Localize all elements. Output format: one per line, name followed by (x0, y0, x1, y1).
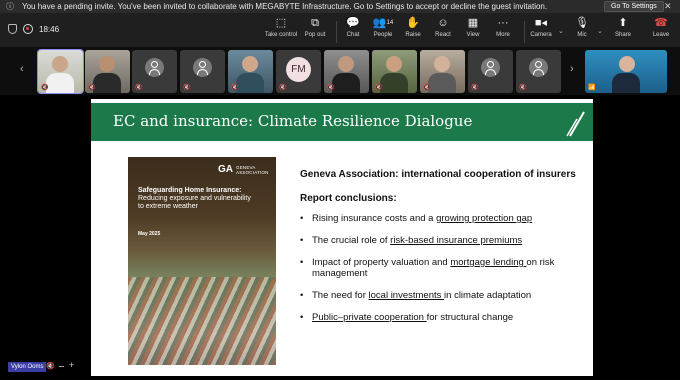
slide-subheading: Report conclusions: (300, 193, 397, 204)
leave-button[interactable]: ☎ Leave (642, 16, 680, 46)
invite-banner: ⓘ You have a pending invite. You've been… (0, 0, 680, 13)
avatar-icon (481, 58, 500, 77)
participant-initials: FM (286, 57, 311, 82)
participant-tile[interactable]: 🔇 (372, 50, 417, 93)
participant-tile[interactable]: 🔇 (180, 50, 225, 93)
list-item: Public–private cooperation for structura… (300, 312, 580, 323)
report-date: May 2025 (138, 231, 161, 237)
minimize-icon[interactable] (59, 366, 64, 367)
avatar-icon (193, 58, 212, 77)
participant-tile[interactable]: 🔇 (132, 50, 177, 93)
participant-tile[interactable]: FM 🔇 (276, 50, 321, 93)
mic-muted-icon: 🔇 (135, 85, 143, 91)
participant-tile[interactable]: 🔇 (420, 50, 465, 93)
shield-icon (8, 24, 17, 34)
mic-muted-icon: 🔇 (471, 85, 479, 91)
participant-tile[interactable]: 🔇 (85, 50, 130, 93)
mic-button[interactable]: 🎙 Mic (563, 16, 601, 46)
mic-muted-icon: 🔇 (41, 85, 49, 91)
participant-tile[interactable]: 🔇 (37, 49, 84, 94)
go-to-settings-button[interactable]: Go To Settings (604, 1, 664, 12)
mic-active-icon: 📶 (588, 85, 596, 91)
meeting-toolbar: 18:46 ⬚ Take control ⧉ Pop out 💬 Chat 👥1… (0, 13, 680, 47)
people-icon: 👥 (372, 17, 387, 29)
participant-tile[interactable]: 🔇 (516, 50, 561, 93)
share-button[interactable]: ⬆ Share (604, 16, 642, 46)
presenter-mic-muted-icon: 🔇 (46, 363, 55, 370)
mic-muted-icon: 🔇 (88, 85, 96, 91)
mic-muted-icon: 🔇 (423, 85, 431, 91)
take-control-button[interactable]: ⬚ Take control (262, 16, 300, 46)
participant-strip: ‹ 🔇 🔇 🔇 🔇 🔇 FM 🔇 🔇 🔇 🔇 🔇 🔇 › 📶 (0, 47, 680, 95)
avatar-icon (529, 58, 548, 77)
recording-icon (23, 24, 33, 34)
mic-muted-icon: 🔇 (183, 85, 191, 91)
presentation-slide: EC and insurance: Climate Resilience Dia… (91, 99, 593, 376)
report-cover-image: GA GENEVA ASSOCIATION Safeguarding Home I… (128, 157, 276, 365)
mic-icon: 🎙 (575, 17, 589, 29)
avatar-icon (145, 58, 164, 77)
mic-muted-icon: 🔇 (519, 85, 527, 91)
shared-screen: EC and insurance: Climate Resilience Dia… (0, 95, 680, 380)
list-item: Rising insurance costs and a growing pro… (300, 213, 580, 224)
take-control-icon: ⬚ (275, 17, 287, 29)
close-icon[interactable]: ✕ (664, 0, 672, 13)
mic-muted-icon: 🔇 (375, 85, 383, 91)
presenter-name-tag: Vylon Ooms (8, 362, 47, 372)
slide-heading: Geneva Association: international cooper… (300, 169, 576, 180)
info-icon: ⓘ (6, 2, 14, 11)
list-item: Impact of property valuation and mortgag… (300, 257, 580, 279)
people-count: 14 (386, 20, 394, 26)
list-item: The crucial role of risk-based insurance… (300, 235, 580, 246)
report-title: Safeguarding Home Insurance: Reducing ex… (138, 187, 251, 210)
meeting-time: 18:46 (39, 24, 60, 34)
scroll-left-chevron-icon[interactable]: ‹ (20, 63, 24, 75)
share-icon: ⬆ (618, 17, 628, 29)
participant-tile[interactable]: 🔇 (324, 50, 369, 93)
leave-phone-icon: ☎ (654, 17, 668, 29)
camera-icon: ■◂ (534, 17, 548, 29)
zoom-in-icon[interactable]: + (69, 360, 74, 370)
more-button[interactable]: ··· More (484, 16, 522, 46)
mic-muted-icon: 🔇 (279, 85, 287, 91)
scroll-right-chevron-icon[interactable]: › (570, 63, 574, 75)
slide-logo-slash-icon (566, 111, 585, 137)
geneva-association-logo: GA GENEVA ASSOCIATION (218, 164, 269, 175)
participant-tile[interactable]: 🔇 (468, 50, 513, 93)
participant-tile[interactable]: 🔇 (228, 50, 273, 93)
pop-out-button[interactable]: ⧉ Pop out (296, 16, 334, 46)
invite-message: You have a pending invite. You've been i… (22, 2, 548, 11)
slide-title: EC and insurance: Climate Resilience Dia… (113, 112, 473, 130)
mic-options-chevron-icon[interactable]: ⌄ (597, 27, 603, 35)
pop-out-icon: ⧉ (311, 17, 319, 29)
conclusions-list: Rising insurance costs and a growing pro… (300, 213, 580, 323)
slide-header: EC and insurance: Climate Resilience Dia… (91, 103, 593, 141)
mic-muted-icon: 🔇 (327, 85, 335, 91)
list-item: The need for local investments in climat… (300, 290, 580, 301)
mic-muted-icon: 🔇 (231, 85, 239, 91)
slide-content: Geneva Association: international cooper… (300, 169, 580, 334)
camera-button[interactable]: ■◂ Camera (522, 16, 560, 46)
participant-tile[interactable]: 📶 (585, 50, 667, 93)
more-icon: ··· (497, 17, 509, 29)
